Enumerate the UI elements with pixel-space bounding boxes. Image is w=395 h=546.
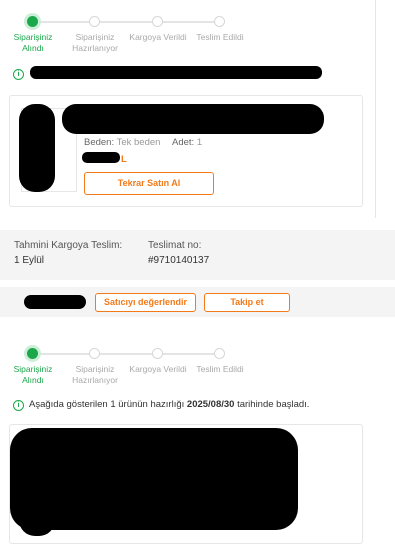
redacted-product-image-2 xyxy=(19,438,55,536)
qty-label: Adet: xyxy=(172,137,195,148)
step-dot-shipped xyxy=(152,348,163,359)
shipping-info-band: Tahmini Kargoya Teslim: 1 Eylül Teslimat… xyxy=(0,230,395,280)
step-label-shipped: Kargoya Verildi xyxy=(129,364,187,374)
step-dot-delivered xyxy=(214,348,225,359)
delivery-no-label: Teslimat no: xyxy=(148,240,202,251)
info-circle-icon: i xyxy=(13,69,24,80)
step-dot-preparing xyxy=(89,348,100,359)
rate-seller-button[interactable]: Satıcıyı değerlendir xyxy=(95,293,196,312)
estimate-value: 1 Eylül xyxy=(14,255,45,266)
step-dot-preparing xyxy=(89,16,100,27)
step-label-preparing: Siparişiniz Hazırlanıyor xyxy=(72,364,118,385)
step-label-preparing: Siparişiniz Hazırlanıyor xyxy=(72,32,118,53)
order-status-stepper-1: Siparişiniz Alındı Siparişiniz Hazırlanı… xyxy=(0,14,395,60)
step-label-delivered: Teslim Edildi xyxy=(196,364,244,374)
follow-seller-button[interactable]: Takip et xyxy=(204,293,290,312)
step-label-delivered: Teslim Edildi xyxy=(196,32,244,42)
product-price: L xyxy=(121,154,127,165)
product-size: Beden: Tek beden xyxy=(84,137,160,148)
order-status-stepper-2: Siparişiniz Alındı Siparişiniz Hazırlanı… xyxy=(0,346,395,392)
redacted-product-title xyxy=(62,104,324,134)
redacted-info-text xyxy=(30,66,322,79)
step-dot-delivered xyxy=(214,16,225,27)
qty-value: 1 xyxy=(196,137,203,148)
step-label-shipped: Kargoya Verildi xyxy=(129,32,187,42)
step-label-received: Siparişiniz Alındı xyxy=(13,364,53,385)
size-label: Beden: xyxy=(84,137,115,148)
product-quantity: Adet: 1 xyxy=(172,137,202,148)
reorder-button[interactable]: Tekrar Satın Al xyxy=(84,172,214,195)
info-circle-icon: i xyxy=(13,400,24,411)
size-value: Tek beden xyxy=(116,137,161,148)
preparation-info-text: Aşağıda gösterilen 1 ürünün hazırlığı 20… xyxy=(29,399,309,410)
step-dot-shipped xyxy=(152,16,163,27)
step-dot-received xyxy=(27,16,38,27)
section-divider xyxy=(375,0,376,218)
delivery-no-value: #9710140137 xyxy=(148,255,210,266)
step-label-received: Siparişiniz Alındı xyxy=(13,32,53,53)
info-date: 2025/08/30 xyxy=(186,399,235,410)
redacted-product-image xyxy=(19,104,55,192)
redacted-seller-name xyxy=(24,295,86,309)
info-suffix: tarihinde başladı. xyxy=(234,399,310,410)
stepper-track xyxy=(37,353,220,355)
info-prefix: Aşağıda gösterilen 1 ürünün hazırlığı xyxy=(29,399,187,410)
estimate-label: Tahmini Kargoya Teslim: xyxy=(14,240,123,251)
price-suffix: L xyxy=(121,154,127,165)
stepper-track xyxy=(37,21,220,23)
redacted-price xyxy=(82,152,120,163)
step-dot-received xyxy=(27,348,38,359)
